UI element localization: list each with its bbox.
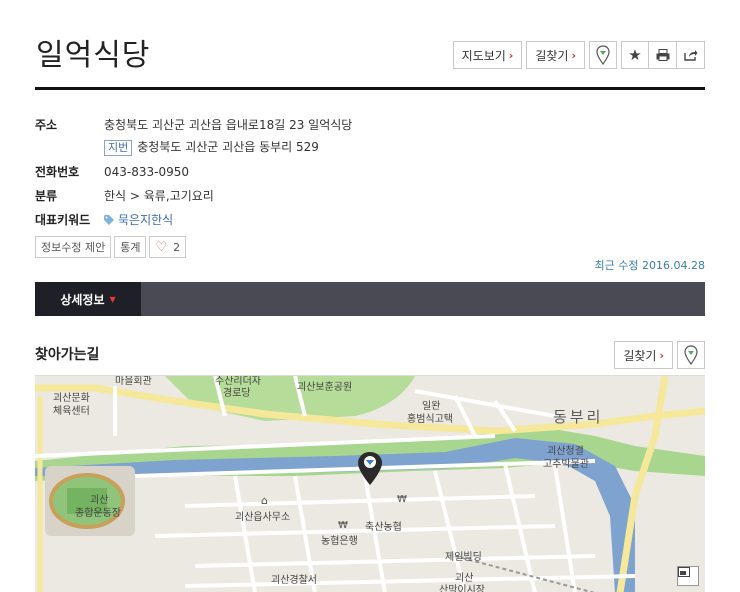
location-map[interactable]: 마을회관 수산리더자 경로당 괴산보훈공원 괴산문화 체육센터 일완 홍범식고택… xyxy=(35,375,705,592)
map-label: 괴산문화 xyxy=(53,392,90,404)
map-label: 홍범식고택 xyxy=(407,412,453,425)
map-label: 괴산읍사무소 xyxy=(235,511,290,523)
stats-button[interactable]: 통계 xyxy=(114,236,147,258)
directions-button[interactable]: 길찾기 › xyxy=(526,41,585,69)
heart-icon: ♡ xyxy=(155,239,168,255)
tab-detail[interactable]: 상세정보 ▼ xyxy=(35,282,141,316)
share-icon xyxy=(683,50,697,61)
suggest-edit-button[interactable]: 정보수정 제안 xyxy=(35,236,112,258)
phone-row: 전화번호 043-833-0950 xyxy=(35,164,705,180)
like-button[interactable]: ♡ 2 xyxy=(149,236,187,258)
last-updated: 최근 수정 2016.04.28 xyxy=(594,259,705,272)
bank-icon: ₩ xyxy=(397,494,407,505)
section-directions-button[interactable]: 길찾기 › xyxy=(614,341,673,369)
keyword-label: 대표키워드 xyxy=(35,213,91,227)
like-count: 2 xyxy=(173,240,181,254)
directions-label: 길찾기 xyxy=(535,48,569,63)
section-map-pin-button[interactable] xyxy=(677,341,705,369)
category-label: 분류 xyxy=(35,189,58,203)
star-icon: ★ xyxy=(628,46,642,64)
map-pin-icon xyxy=(596,45,610,65)
expand-icon xyxy=(678,567,690,577)
tab-detail-label: 상세정보 xyxy=(60,292,105,307)
jibun-address: 충청북도 괴산군 괴산읍 동부리 529 xyxy=(137,140,319,154)
page-title: 일억식당 xyxy=(36,38,151,73)
directions-section-title: 찾아가는길 xyxy=(35,347,100,363)
map-view-button[interactable]: 지도보기 › xyxy=(452,41,523,69)
map-label: 괴산 xyxy=(90,494,108,506)
map-region-label: 동부리 xyxy=(553,408,603,426)
header-toolbar: 지도보기 › 길찾기 › ★ xyxy=(452,41,705,69)
section-directions-label: 길찾기 xyxy=(623,348,657,363)
map-label: 수산리더자 xyxy=(215,376,261,387)
bank-icon: ₩ xyxy=(338,520,348,531)
map-canvas: 마을회관 수산리더자 경로당 괴산보훈공원 괴산문화 체육센터 일완 홍범식고택… xyxy=(35,376,705,592)
jibun-badge: 지번 xyxy=(104,140,133,156)
map-label: 괴산청결 xyxy=(547,445,584,457)
map-label: 경로당 xyxy=(223,386,251,399)
keyword-row: 대표키워드 묵은지한식 xyxy=(35,212,705,228)
map-label: 산막이시장 xyxy=(439,584,485,592)
map-label: 마을회관 xyxy=(115,376,152,387)
map-pin-button[interactable] xyxy=(589,41,617,69)
phone-value: 043-833-0950 xyxy=(104,165,190,179)
print-button[interactable] xyxy=(649,41,677,69)
map-label: 일완 xyxy=(422,400,440,412)
map-label: 농협은행 xyxy=(321,534,358,547)
map-label: 축산농협 xyxy=(365,520,402,533)
map-label: 괴산경찰서 xyxy=(271,573,317,586)
chevron-right-icon: › xyxy=(508,48,514,62)
main-road-east xyxy=(616,376,669,592)
place-info: 주소 충청북도 괴산군 괴산읍 읍내로18길 23 일억식당 지번 충청북도 괴산… xyxy=(35,117,705,236)
title-divider xyxy=(35,87,705,90)
category-value: 한식 > 육류,고기요리 xyxy=(104,189,214,203)
map-label: 괴산 xyxy=(455,572,473,584)
info-actions: 정보수정 제안 통계 ♡ 2 xyxy=(35,236,187,258)
address-row: 주소 충청북도 괴산군 괴산읍 읍내로18길 23 일억식당 지번 충청북도 괴산… xyxy=(35,117,705,156)
share-button[interactable] xyxy=(677,41,705,69)
tab-bar: 상세정보 ▼ xyxy=(35,282,705,316)
map-label: 종합운동장 xyxy=(75,507,121,519)
category-row: 분류 한식 > 육류,고기요리 xyxy=(35,188,705,204)
phone-label: 전화번호 xyxy=(35,165,80,179)
keyword-link[interactable]: 묵은지한식 xyxy=(118,213,173,227)
caret-down-icon: ▼ xyxy=(109,294,116,304)
map-expand-button[interactable] xyxy=(677,566,699,586)
print-icon xyxy=(656,49,669,61)
share-tools: ★ xyxy=(621,41,705,69)
map-view-label: 지도보기 xyxy=(461,48,506,63)
place-marker-icon[interactable] xyxy=(358,452,382,485)
map-label: 고추박물관 xyxy=(543,458,589,470)
favorite-button[interactable]: ★ xyxy=(621,41,649,69)
address-value: 충청북도 괴산군 괴산읍 읍내로18길 23 일억식당 xyxy=(104,118,353,132)
chevron-right-icon: › xyxy=(659,348,664,362)
map-label: 체육센터 xyxy=(53,405,90,417)
map-label: 제일빌딩 xyxy=(445,551,482,563)
office-icon: ⌂ xyxy=(261,494,268,507)
map-label: 괴산보훈공원 xyxy=(297,380,352,393)
address-label: 주소 xyxy=(35,118,58,132)
chevron-right-icon: › xyxy=(571,48,576,62)
directions-tools: 길찾기 › xyxy=(614,341,705,369)
map-pin-icon xyxy=(684,345,698,365)
tag-icon xyxy=(104,215,114,225)
